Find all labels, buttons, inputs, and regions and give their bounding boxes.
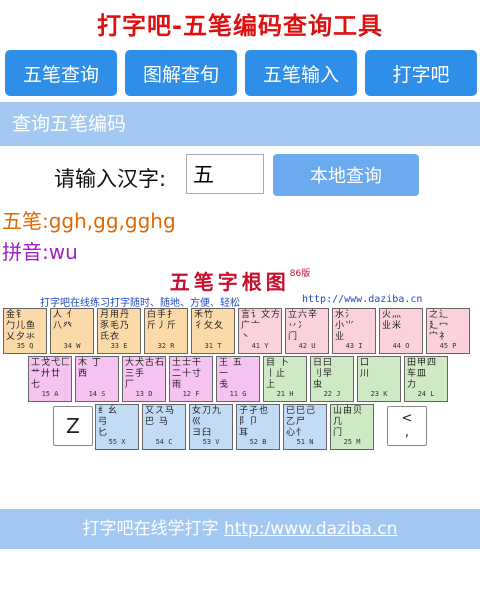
root-key-glyphs: 言讠文方 广亠 丶	[241, 310, 282, 342]
root-key-p: 之辶 廴冖 宀礻 45 P	[426, 308, 470, 354]
root-key-i: 水氵 小⺌ 业 43 I	[332, 308, 376, 354]
root-key-code: 23 K	[370, 390, 388, 398]
root-key-code: 51 N	[296, 438, 314, 446]
root-key-code: 14 S	[88, 390, 106, 398]
root-key-glyphs: 木 丁 西	[78, 358, 102, 379]
pinyin-result: 拼音:wu	[2, 240, 78, 264]
root-key-code: 12 F	[182, 390, 200, 398]
wubi-result: 五笔:ggh,gg,gghg	[2, 209, 176, 233]
root-key-code: 24 L	[417, 390, 435, 398]
root-key-glyphs: 禾竹 彳攵夂	[194, 310, 225, 331]
root-key-s: 木 丁 西 14 S	[75, 356, 119, 402]
root-key-code: 31 T	[204, 342, 222, 350]
hanzi-input-label: 请输入汉字:	[54, 167, 167, 191]
root-key-glyphs: 山由贝 几 门	[333, 406, 364, 438]
root-key-glyphs: 女刀九 巛 ヨ臼	[192, 406, 223, 438]
root-key-glyphs: 火灬 业米	[382, 310, 403, 331]
root-key-m: 山由贝 几 门 25 M	[330, 404, 374, 450]
nav-diagram-query-button[interactable]: 图解查旬	[125, 50, 237, 96]
nav-daziba-button[interactable]: 打字吧	[365, 50, 477, 96]
root-key-c: 又ス马 巴 马 54 C	[142, 404, 186, 450]
root-key-glyphs: 之辶 廴冖 宀礻	[429, 310, 450, 342]
root-key-glyphs: 纟幺 弓 匕	[98, 406, 119, 438]
key-z: Z	[53, 406, 93, 446]
footer-link[interactable]: http:/www.daziba.cn	[224, 519, 398, 539]
root-key-code: 55 X	[108, 438, 126, 446]
root-key-u: 立六辛 丷冫 门 42 U	[285, 308, 329, 354]
root-key-w: 人 亻 八癶 34 W	[50, 308, 94, 354]
root-key-j: 日曰 刂早 虫 22 J	[310, 356, 354, 402]
root-key-glyphs: 目 卜 丨止 上	[266, 358, 290, 390]
root-key-code: 33 E	[110, 342, 128, 350]
footer: 打字吧在线学打字 http:/www.daziba.cn	[0, 509, 480, 549]
root-key-n: 已巳己 乙尸 心忄 51 N	[283, 404, 327, 450]
root-key-glyphs: 子孑也 阝卩 耳	[239, 406, 270, 438]
root-key-code: 13 D	[135, 390, 153, 398]
root-key-x: 纟幺 弓 匕 55 X	[95, 404, 139, 450]
root-key-code: 22 J	[323, 390, 341, 398]
root-key-code: 42 U	[298, 342, 316, 350]
root-key-glyphs: 已巳己 乙尸 心忄	[286, 406, 317, 438]
root-key-code: 11 G	[229, 390, 247, 398]
root-key-d: 大犬古石 三手 厂 13 D	[122, 356, 166, 402]
chart-version: 86版	[289, 269, 311, 279]
root-key-glyphs: 大犬古石 三手 厂	[125, 358, 166, 390]
root-key-v: 女刀九 巛 ヨ臼 53 V	[189, 404, 233, 450]
local-query-button[interactable]: 本地查询	[273, 154, 419, 196]
section-header: 查询五笔编码	[0, 102, 480, 146]
root-key-glyphs: 人 亻 八癶	[53, 310, 77, 331]
nav-wubi-input-button[interactable]: 五笔输入	[245, 50, 357, 96]
hanzi-input[interactable]	[186, 154, 264, 194]
root-key-glyphs: 土士干 二十寸 雨	[172, 358, 203, 390]
root-key-e: 月用丹 豕毛乃 氏衣 33 E	[97, 308, 141, 354]
root-key-code: 15 A	[41, 390, 59, 398]
root-key-f: 土士干 二十寸 雨 12 F	[169, 356, 213, 402]
root-key-glyphs: 日曰 刂早 虫	[313, 358, 334, 390]
chart-url: http://www.daziba.cn	[302, 294, 423, 305]
nav-wubi-query-button[interactable]: 五笔查询	[5, 50, 117, 96]
root-key-glyphs: 白手扌 斤丿斤	[147, 310, 178, 331]
root-key-code: 35 Q	[16, 342, 34, 350]
root-key-a: 工戈弋匚 艹廾廿 七 15 A	[28, 356, 72, 402]
root-key-code: 54 C	[155, 438, 173, 446]
root-key-glyphs: 口 川	[360, 358, 371, 379]
root-key-code: 45 P	[439, 342, 457, 350]
root-key-code: 21 H	[276, 390, 294, 398]
root-key-y: 言讠文方 广亠 丶 41 Y	[238, 308, 282, 354]
key-comma: < ,	[387, 406, 427, 446]
root-key-glyphs: 又ス马 巴 马	[145, 406, 176, 427]
root-key-r: 白手扌 斤丿斤 32 R	[144, 308, 188, 354]
root-key-code: 34 W	[63, 342, 81, 350]
root-key-b: 子孑也 阝卩 耳 52 B	[236, 404, 280, 450]
root-key-glyphs: 金钅 勹儿鱼 乂夕氺	[6, 310, 37, 342]
footer-text: 打字吧在线学打字	[82, 519, 219, 539]
root-key-code: 25 M	[343, 438, 361, 446]
root-key-code: 32 R	[157, 342, 175, 350]
root-key-code: 43 I	[345, 342, 363, 350]
root-key-glyphs: 立六辛 丷冫 门	[288, 310, 319, 342]
chart-subtitle: 打字吧在线练习打字随时、随地、方便、轻松	[40, 298, 240, 309]
root-key-glyphs: 工戈弋匚 艹廾廿 七	[31, 358, 72, 390]
root-key-glyphs: 月用丹 豕毛乃 氏衣	[100, 310, 131, 342]
root-key-h: 目 卜 丨止 上 21 H	[263, 356, 307, 402]
root-key-q: 金钅 勹儿鱼 乂夕氺 35 Q	[3, 308, 47, 354]
root-key-code: 41 Y	[251, 342, 269, 350]
root-key-glyphs: 水氵 小⺌ 业	[335, 310, 356, 342]
root-key-k: 口 川 23 K	[357, 356, 401, 402]
root-key-g: 王 五 一 戋 11 G	[216, 356, 260, 402]
root-key-code: 52 B	[249, 438, 267, 446]
root-key-l: 田甲四 车皿 力 24 L	[404, 356, 448, 402]
root-key-glyphs: 王 五 一 戋	[219, 358, 243, 390]
root-key-code: 44 O	[392, 342, 410, 350]
page-title: 打字吧-五笔编码查询工具	[97, 12, 383, 40]
root-key-code: 53 V	[202, 438, 220, 446]
root-key-o: 火灬 业米 44 O	[379, 308, 423, 354]
root-key-t: 禾竹 彳攵夂 31 T	[191, 308, 235, 354]
chart-title: 五笔字根图86版	[169, 269, 311, 294]
root-key-glyphs: 田甲四 车皿 力	[407, 358, 438, 390]
